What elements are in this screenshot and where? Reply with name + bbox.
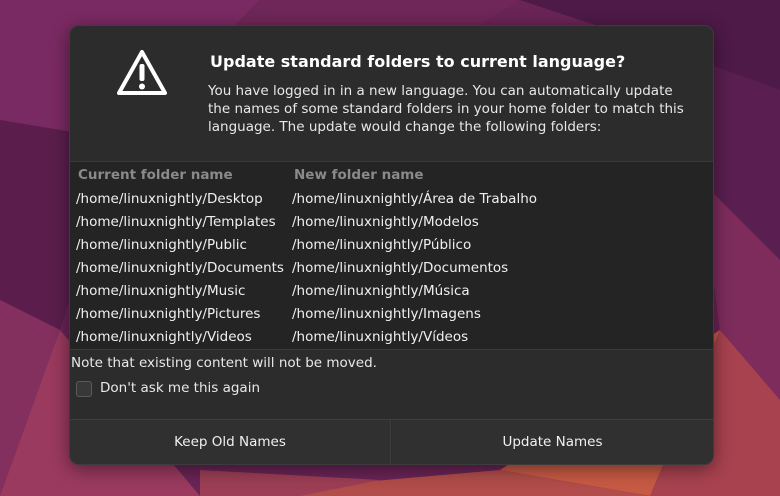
table-row[interactable]: /home/linuxnightly/Videos /home/linuxnig… xyxy=(70,327,713,350)
table-row[interactable]: /home/linuxnightly/Documents /home/linux… xyxy=(70,258,713,281)
dialog-title: Update standard folders to current langu… xyxy=(210,52,626,71)
current-folder-cell: /home/linuxnightly/Music xyxy=(76,283,246,299)
table-row[interactable]: /home/linuxnightly/Public /home/linuxnig… xyxy=(70,235,713,258)
table-row[interactable]: /home/linuxnightly/Desktop /home/linuxni… xyxy=(70,189,713,212)
dialog-button-bar: Keep Old Names Update Names xyxy=(70,419,713,464)
current-folder-cell: /home/linuxnightly/Desktop xyxy=(76,191,263,207)
new-folder-cell: /home/linuxnightly/Documentos xyxy=(292,260,509,276)
current-folder-cell: /home/linuxnightly/Public xyxy=(76,237,247,253)
warning-triangle-icon xyxy=(117,50,167,95)
current-folder-cell: /home/linuxnightly/Videos xyxy=(76,329,252,345)
column-header-current[interactable]: Current folder name xyxy=(78,167,233,183)
current-folder-cell: /home/linuxnightly/Documents xyxy=(76,260,284,276)
dont-ask-again-checkbox[interactable] xyxy=(76,381,92,397)
content-not-moved-note: Note that existing content will not be m… xyxy=(71,355,377,371)
table-row[interactable]: /home/linuxnightly/Music /home/linuxnigh… xyxy=(70,281,713,304)
dont-ask-again-label[interactable]: Don't ask me this again xyxy=(100,380,260,396)
new-folder-cell: /home/linuxnightly/Modelos xyxy=(292,214,479,230)
new-folder-cell: /home/linuxnightly/Público xyxy=(292,237,472,253)
folder-rows: /home/linuxnightly/Desktop /home/linuxni… xyxy=(70,189,713,350)
update-names-button[interactable]: Update Names xyxy=(392,420,713,464)
folder-table: Current folder name New folder name /hom… xyxy=(70,161,713,350)
column-header-new[interactable]: New folder name xyxy=(294,167,424,183)
new-folder-cell: /home/linuxnightly/Área de Trabalho xyxy=(292,191,538,207)
new-folder-cell: /home/linuxnightly/Música xyxy=(292,283,470,299)
new-folder-cell: /home/linuxnightly/Vídeos xyxy=(292,329,469,345)
new-folder-cell: /home/linuxnightly/Imagens xyxy=(292,306,481,322)
table-row[interactable]: /home/linuxnightly/Pictures /home/linuxn… xyxy=(70,304,713,327)
keep-old-names-button[interactable]: Keep Old Names xyxy=(70,420,391,464)
table-row[interactable]: /home/linuxnightly/Templates /home/linux… xyxy=(70,212,713,235)
current-folder-cell: /home/linuxnightly/Templates xyxy=(76,214,276,230)
dialog-message: You have logged in in a new language. Yo… xyxy=(208,83,684,135)
update-folders-dialog: Update standard folders to current langu… xyxy=(69,25,714,465)
current-folder-cell: /home/linuxnightly/Pictures xyxy=(76,306,261,322)
